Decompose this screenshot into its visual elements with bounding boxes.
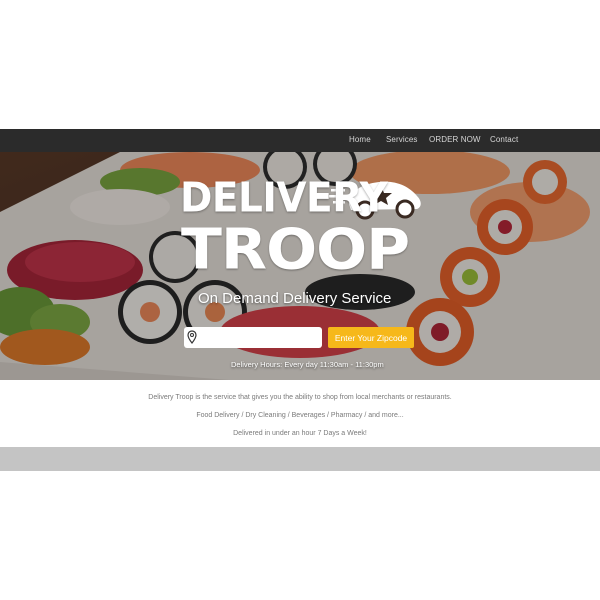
info-section: Delivery Troop is the service that gives… xyxy=(0,380,600,447)
delivery-promise: Delivered in under an hour 7 Days a Week… xyxy=(233,430,367,437)
nav-order-now[interactable]: ORDER NOW xyxy=(429,135,481,144)
service-categories: Food Delivery / Dry Cleaning / Beverages… xyxy=(196,412,404,419)
hero-tagline: On Demand Delivery Service xyxy=(198,290,392,307)
hero-banner: DELIVERY TROOP On Demand Delivery Servic… xyxy=(0,152,600,380)
website: Home Services ORDER NOW Contact DELIVERY… xyxy=(0,129,600,471)
delivery-hours: Delivery Hours: Every day 11:30am - 11:3… xyxy=(231,360,384,369)
enter-zipcode-button[interactable]: Enter Your Zipcode xyxy=(328,327,414,348)
service-description: Delivery Troop is the service that gives… xyxy=(148,394,452,401)
logo-troop-text: TROOP xyxy=(181,217,410,283)
footer-band xyxy=(0,447,600,471)
zipcode-input[interactable] xyxy=(184,327,322,348)
logo-delivery-text: DELIVERY xyxy=(180,174,388,223)
nav-home[interactable]: Home xyxy=(349,135,371,144)
top-nav: Home Services ORDER NOW Contact xyxy=(0,129,600,152)
nav-contact[interactable]: Contact xyxy=(490,135,518,144)
map-pin-icon xyxy=(187,330,197,344)
nav-services[interactable]: Services xyxy=(386,135,417,144)
